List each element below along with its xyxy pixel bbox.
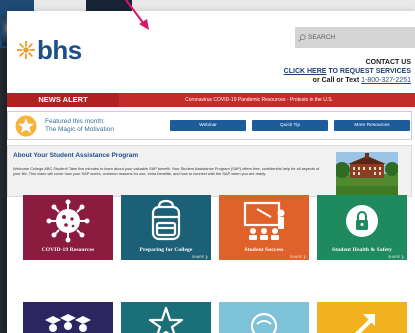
news-alert-link[interactable]: Coronavirus COVID-19 Pandemic Resources … (119, 97, 415, 103)
quick-tip-button[interactable]: Quick Tip (252, 120, 328, 131)
about-sap-title: About Your Student Assistance Program (13, 152, 139, 159)
tile-label: Student Health & Safety (332, 247, 392, 253)
covid-19-resources-tile[interactable]: COVID-19 Resources (23, 195, 113, 260)
tile-label: Student Success (244, 247, 284, 253)
about-sap-description: Welcome College ABC Student! Take five m… (13, 166, 320, 177)
call-or-text-line: or Call or Text 1-800-327-2251 (284, 76, 411, 85)
search-input[interactable] (306, 34, 408, 41)
preparing-for-college-tile[interactable]: Preparing for College SHARE ❯ (121, 195, 211, 260)
request-services-link[interactable]: CLICK HERE TO REQUEST SERVICES (284, 67, 411, 76)
logo-text: bhs (37, 35, 82, 65)
request-services-text: TO REQUEST SERVICES (326, 68, 411, 75)
news-alert-label: NEWS ALERT (7, 93, 119, 107)
featured-text: Featured this month: The Magic of Motiva… (45, 118, 114, 134)
share-link[interactable]: SHARE ❯ (192, 255, 208, 259)
shield-lock-icon (346, 205, 378, 237)
star-icon (148, 306, 184, 333)
featured-heading: Featured this month: (45, 118, 105, 125)
student-success-tile[interactable]: Student Success SHARE ❯ (219, 195, 309, 260)
sun-logo-icon (17, 41, 35, 59)
globe-tile[interactable] (219, 302, 309, 333)
call-or-text-label: or Call or Text (312, 77, 362, 84)
backpack-icon (151, 199, 181, 241)
star-tile[interactable] (121, 302, 211, 333)
graduates-icon (45, 314, 91, 332)
award-star-icon (15, 115, 37, 137)
campus-building-photo[interactable] (336, 152, 398, 195)
share-link[interactable]: SHARE ❯ (388, 255, 404, 259)
contact-us-link[interactable]: CONTACT US (284, 58, 411, 67)
virus-icon (46, 199, 90, 243)
more-resources-button[interactable]: More Resources (334, 120, 410, 131)
share-link[interactable]: SHARE ❯ (290, 255, 306, 259)
bhs-portal-page: bhs CONTACT US CLICK HERE TO REQUEST SER… (7, 11, 415, 333)
share-label: SHARE (290, 255, 303, 259)
click-here-text: CLICK HERE (283, 68, 327, 75)
bhs-logo[interactable]: bhs (17, 35, 82, 65)
graduates-tile[interactable] (23, 302, 113, 333)
share-label: SHARE (192, 255, 205, 259)
webinar-button[interactable]: Webinar (170, 120, 246, 131)
contact-block: CONTACT US CLICK HERE TO REQUEST SERVICE… (284, 58, 411, 85)
featured-topic[interactable]: The Magic of Motivation (45, 126, 114, 134)
presentation-icon (243, 201, 285, 240)
search-icon (298, 33, 306, 42)
growth-tile[interactable] (317, 302, 407, 333)
phone-link[interactable]: 1-800-327-2251 (361, 77, 411, 84)
arrow-up-icon (355, 314, 375, 333)
share-label: SHARE (388, 255, 401, 259)
search-box[interactable] (295, 27, 415, 48)
tile-label: COVID-19 Resources (41, 247, 95, 253)
globe-icon (250, 312, 278, 333)
tile-label: Preparing for College (139, 247, 193, 253)
about-sap-section: About Your Student Assistance Program We… (7, 145, 412, 197)
news-alert-bar: NEWS ALERT Coronavirus COVID-19 Pandemic… (7, 93, 415, 107)
featured-bar: Featured this month: The Magic of Motiva… (7, 111, 412, 140)
student-health-safety-tile[interactable]: Student Health & Safety SHARE ❯ (317, 195, 407, 260)
